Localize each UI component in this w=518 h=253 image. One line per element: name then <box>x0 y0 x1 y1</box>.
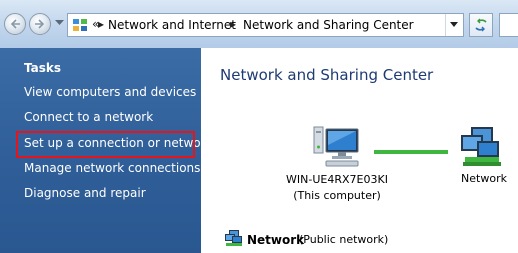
highlight-box <box>16 131 195 158</box>
forward-button[interactable] <box>29 13 51 35</box>
address-bar[interactable]: « ▸ Network and Internet ▸ Network and S… <box>67 13 464 37</box>
refresh-button[interactable] <box>469 13 493 37</box>
task-diagnose-and-repair[interactable]: Diagnose and repair <box>24 186 146 200</box>
computer-label: WIN-UE4RX7E03KI (This computer) <box>275 172 399 204</box>
computer-icon[interactable] <box>311 125 361 169</box>
computer-caption: (This computer) <box>293 189 381 202</box>
network-name: Network <box>247 233 305 247</box>
breadcrumb-separator[interactable]: ▸ <box>98 17 104 31</box>
address-dropdown-button[interactable] <box>445 14 463 36</box>
back-button[interactable] <box>4 13 26 35</box>
control-panel-icon <box>73 19 87 31</box>
task-connect-to-a-network[interactable]: Connect to a network <box>24 110 153 124</box>
network-small-icon <box>225 230 242 246</box>
network-icon[interactable] <box>457 125 505 169</box>
connection-line <box>374 150 448 154</box>
breadcrumb-network-and-internet[interactable]: Network and Internet <box>108 18 236 32</box>
search-input[interactable] <box>499 13 518 37</box>
refresh-icon <box>475 18 487 32</box>
task-view-computers-and-devices[interactable]: View computers and devices <box>24 85 196 99</box>
task-manage-network-connections[interactable]: Manage network connections <box>24 161 200 175</box>
network-type: (Public network) <box>299 233 389 246</box>
forward-arrow-icon <box>35 19 45 29</box>
navigation-bar: « ▸ Network and Internet ▸ Network and S… <box>0 0 518 48</box>
computer-name: WIN-UE4RX7E03KI <box>286 173 388 186</box>
breadcrumb-network-and-sharing-center[interactable]: Network and Sharing Center <box>243 18 414 32</box>
tasks-heading: Tasks <box>24 61 62 75</box>
page-title: Network and Sharing Center <box>220 66 434 84</box>
chevron-down-icon <box>450 22 458 27</box>
recent-pages-dropdown-icon[interactable] <box>55 20 64 26</box>
back-arrow-icon <box>10 19 20 29</box>
network-label: Network <box>461 172 507 185</box>
breadcrumb-separator[interactable]: ▸ <box>230 17 236 31</box>
